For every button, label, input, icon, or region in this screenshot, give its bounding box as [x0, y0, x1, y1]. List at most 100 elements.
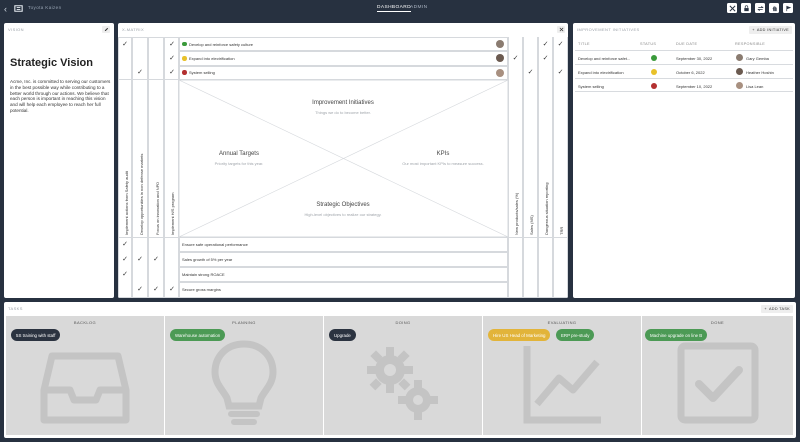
quadrant-right-subtitle: Our most important KPIs to measure succe… [402, 161, 484, 166]
target-row-4[interactable] [179, 282, 508, 298]
check-mark[interactable]: ✓ [121, 241, 129, 248]
due-date: September 10, 2022 [676, 84, 713, 89]
quadrant-right-title: KPIs [436, 151, 450, 157]
app-name: Toyota Kaizen [28, 5, 62, 10]
expand-icon [559, 27, 563, 32]
xmatrix-grid: Develop and reinforce safety culture Exp… [118, 37, 568, 298]
left-column-label: Focus on innovation and NPD [155, 181, 160, 235]
initiative-status-dot [182, 56, 187, 61]
lightbulb-icon [211, 340, 277, 425]
vision-panel-title: VISION [8, 27, 24, 32]
left-column-label: Implement actions from Safety audit [124, 171, 129, 235]
plus-icon: + [764, 307, 767, 311]
add-initiative-button[interactable]: + ADD INITIATIVE [749, 26, 792, 34]
check-mark[interactable]: ✓ [168, 41, 176, 48]
check-mark[interactable]: ✓ [136, 286, 144, 293]
check-mark[interactable]: ✓ [121, 41, 129, 48]
check-mark[interactable]: ✓ [512, 55, 520, 62]
column-name: PLANNING [232, 320, 256, 325]
check-mark[interactable]: ✓ [557, 41, 565, 48]
responsible-name: Gary Gemba [746, 56, 769, 61]
responsible-name: Lisa Lean [746, 84, 764, 89]
initiative-status-dot [182, 41, 187, 47]
add-task-label: ADD TASK [768, 307, 790, 311]
quadrant-left-title: Annual Targets [219, 151, 259, 157]
bottom-right-corner [508, 237, 568, 298]
check-mark[interactable]: ✓ [136, 256, 144, 263]
initiative-title: Expand into electrification [578, 70, 624, 75]
target-row-3[interactable] [179, 267, 508, 282]
check-mark[interactable]: ✓ [136, 69, 144, 76]
status-indicator [651, 54, 657, 61]
check-mark[interactable]: ✓ [527, 69, 535, 76]
hand-icon [772, 5, 777, 11]
xmatrix-panel-title: X-MATRIX [122, 27, 145, 32]
tab-admin[interactable]: ADMIN [410, 5, 427, 10]
flag-icon [785, 5, 791, 11]
xmatrix-panel: X-MATRIX Develop and reinforce safety cu… [118, 23, 568, 298]
task-card[interactable]: Warehouse automation [170, 329, 226, 341]
hand-button[interactable] [769, 3, 779, 13]
kanban-column-backlog: BACKLOG 5S training with staff [6, 316, 164, 435]
check-mark[interactable]: ✓ [121, 256, 129, 263]
check-mark[interactable]: ✓ [168, 286, 176, 293]
check-mark[interactable]: ✓ [121, 271, 129, 278]
target-label: Maintain strong ROACE [182, 272, 225, 277]
add-task-button[interactable]: + ADD TASK [761, 305, 793, 313]
task-card[interactable]: Upgrade [329, 329, 356, 341]
tasks-panel: TASKS + ADD TASK BACKLOG 5S training wit… [4, 302, 796, 438]
tab-dashboard[interactable]: DASHBOARD [377, 5, 411, 12]
kanban-column-evaluating: EVALUATING Hire US Head of Marketing ERP… [483, 316, 641, 435]
lock-icon [743, 4, 749, 11]
quadrant-top-title: Improvement Initiatives [312, 100, 374, 106]
refresh-button[interactable] [755, 3, 765, 13]
inbox-icon [40, 352, 130, 424]
avatar [736, 82, 743, 89]
expand-button[interactable] [727, 3, 737, 13]
pencil-icon [104, 27, 108, 32]
check-mark[interactable]: ✓ [152, 286, 160, 293]
improvement-panel: IMPROVEMENT INITIATIVES + ADD INITIATIVE… [573, 23, 795, 298]
due-date: September 30, 2022 [676, 56, 713, 61]
check-mark[interactable]: ✓ [152, 256, 160, 263]
check-mark[interactable]: ✓ [542, 41, 550, 48]
back-arrow-icon[interactable]: ‹ [4, 4, 12, 14]
kanban-column-planning: PLANNING Warehouse automation [165, 316, 323, 435]
column-name: DONE [710, 320, 725, 325]
task-card[interactable]: Machine upgrade on line B [645, 329, 708, 341]
table-row[interactable]: Develop and reinforce safet... September… [575, 50, 793, 64]
target-label: Ensure safe operational performance [182, 242, 248, 247]
kanban-column-done: DONE Machine upgrade on line B [642, 316, 793, 435]
check-mark[interactable]: ✓ [557, 69, 565, 76]
edit-vision-button[interactable] [102, 26, 110, 33]
initiative-label: Develop and reinforce safety culture [189, 41, 254, 47]
quadrant-top-subtitle: Things we do to become better. [315, 110, 371, 115]
target-label: Sales growth of 5% per year [182, 257, 233, 262]
column-header: RESPONSIBLE [735, 42, 766, 46]
check-mark[interactable]: ✓ [168, 69, 176, 76]
check-mark[interactable]: ✓ [542, 55, 550, 62]
refresh-icon [756, 5, 764, 11]
kpi-label: TRR [559, 226, 564, 235]
column-name: DOING [395, 320, 411, 325]
column-header: TITLE [578, 42, 590, 46]
tasks-panel-title: TASKS [8, 306, 23, 311]
kanban-column-doing: DOING Upgrade [324, 316, 482, 435]
vision-text: Acme, Inc. is committed to serving our c… [10, 79, 111, 113]
target-label: Secure gross margins [182, 287, 221, 292]
task-card[interactable]: Hire US Head of Marketing [488, 329, 551, 341]
plus-icon: + [752, 28, 755, 32]
avatar [496, 40, 504, 48]
responsible-name: Heather Hoshin [746, 70, 774, 75]
table-row[interactable]: Expand into electrification October 6, 2… [575, 64, 793, 78]
left-column-label: Develop opportunities in non defense mar… [139, 153, 144, 235]
check-mark[interactable]: ✓ [168, 55, 176, 62]
flag-button[interactable] [783, 3, 793, 13]
kpi-label: Dangerous situation reporting [544, 182, 549, 235]
table-row[interactable]: System selling September 10, 2022 Lisa L… [575, 78, 793, 92]
initiative-row-3[interactable] [179, 65, 508, 80]
expand-xmatrix-button[interactable] [557, 26, 565, 33]
task-card[interactable]: ERP pre-study [556, 329, 595, 341]
task-card[interactable]: 5S training with staff [11, 329, 61, 341]
lock-button[interactable] [741, 3, 751, 13]
